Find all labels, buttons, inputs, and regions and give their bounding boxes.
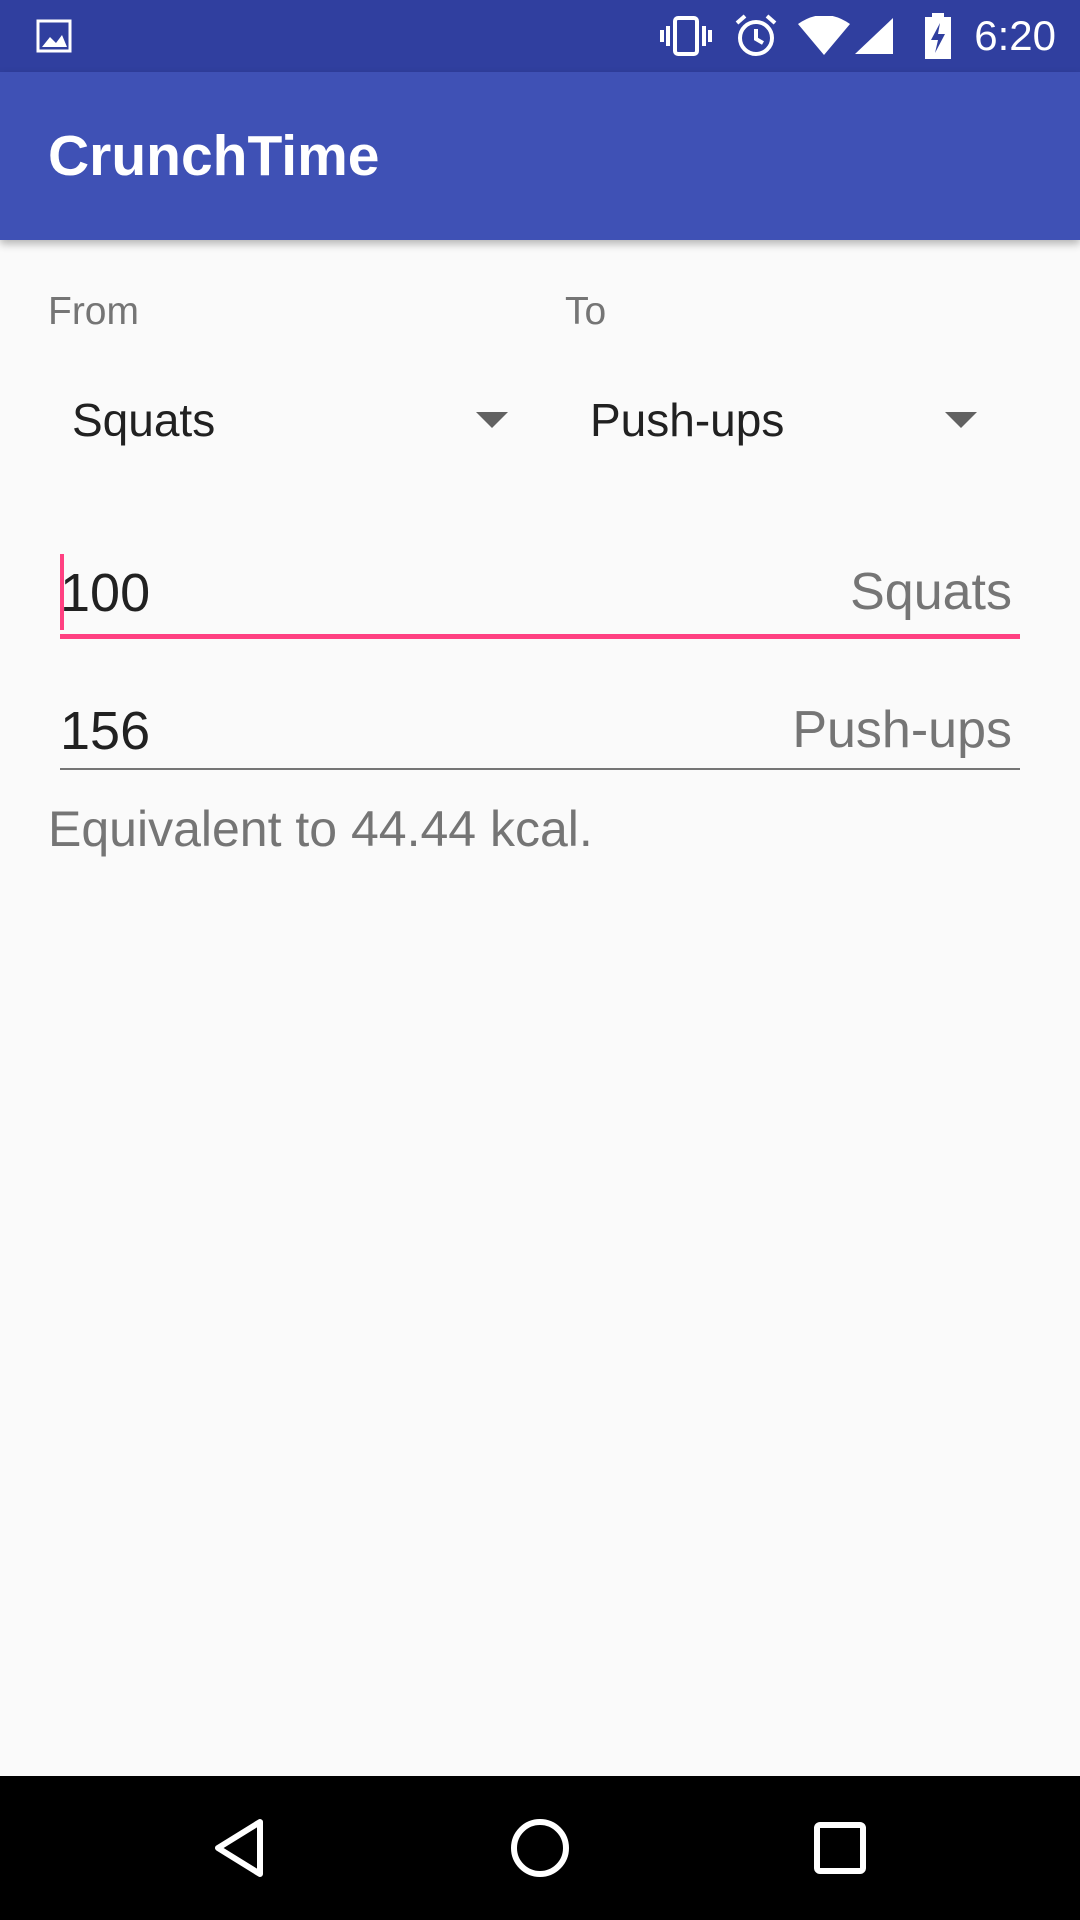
to-exercise-spinner[interactable]: Push-ups bbox=[565, 375, 1005, 465]
to-amount-value: 156 bbox=[60, 701, 151, 761]
to-label: To bbox=[565, 290, 607, 333]
dropdown-arrow-icon bbox=[945, 412, 977, 428]
from-amount-field[interactable]: 100 Squats bbox=[60, 550, 1020, 640]
image-notification-icon bbox=[34, 0, 74, 72]
to-unit-hint: Push-ups bbox=[792, 701, 1012, 759]
from-label: From bbox=[48, 290, 139, 333]
from-unit-hint: Squats bbox=[850, 563, 1012, 621]
cellular-signal-icon bbox=[852, 0, 896, 72]
vibrate-icon bbox=[658, 0, 714, 72]
battery-charging-icon bbox=[918, 0, 958, 72]
app-title: CrunchTime bbox=[48, 124, 380, 188]
equivalent-kcal-text: Equivalent to 44.44 kcal. bbox=[48, 801, 593, 857]
from-amount-value: 100 bbox=[60, 563, 151, 623]
to-exercise-selected: Push-ups bbox=[590, 394, 785, 446]
dropdown-arrow-icon bbox=[476, 412, 508, 428]
from-exercise-selected: Squats bbox=[72, 394, 216, 446]
status-time: 6:20 bbox=[974, 12, 1056, 59]
app-bar: CrunchTime bbox=[0, 72, 1080, 240]
recents-icon[interactable] bbox=[760, 1776, 920, 1920]
back-icon[interactable] bbox=[160, 1776, 320, 1920]
wifi-icon bbox=[796, 0, 852, 72]
status-bar: 6:20 bbox=[0, 0, 1080, 72]
to-amount-field[interactable]: 156 Push-ups bbox=[60, 690, 1020, 772]
home-icon[interactable] bbox=[460, 1776, 620, 1920]
screen: 6:20 CrunchTime From To Squats Push-ups … bbox=[0, 0, 1080, 1920]
to-field-underline bbox=[60, 768, 1020, 770]
navigation-bar bbox=[0, 1776, 1080, 1920]
from-exercise-spinner[interactable]: Squats bbox=[48, 375, 518, 465]
alarm-icon bbox=[732, 0, 780, 72]
from-field-underline bbox=[60, 634, 1020, 639]
